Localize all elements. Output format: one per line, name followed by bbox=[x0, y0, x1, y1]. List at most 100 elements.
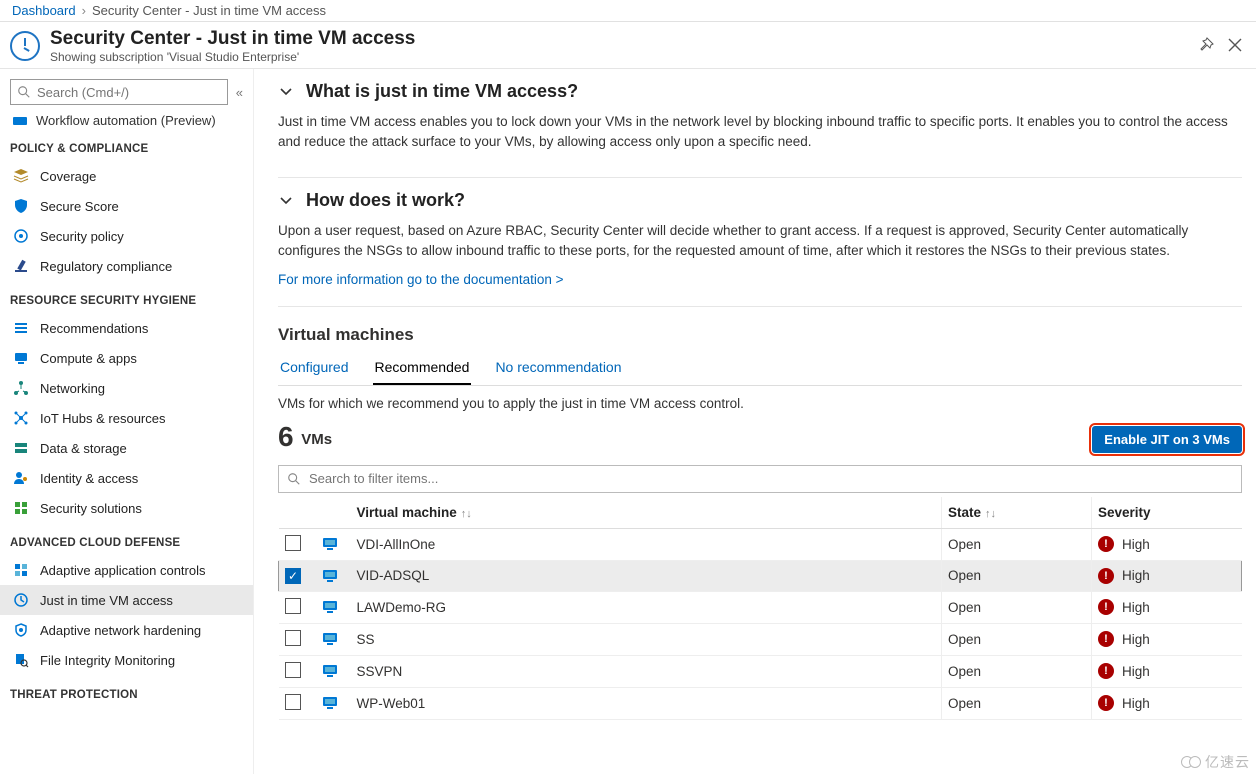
sidebar-item-iot-hubs[interactable]: IoT Hubs & resources bbox=[0, 403, 253, 433]
sidebar-item-workflow-cut[interactable]: Workflow automation (Preview) bbox=[0, 113, 253, 129]
chevron-down-icon bbox=[278, 193, 294, 209]
cell-state: Open bbox=[942, 560, 1092, 591]
severity-high-icon: ! bbox=[1098, 695, 1114, 711]
col-state[interactable]: State↑↓ bbox=[942, 497, 1092, 529]
file-search-icon bbox=[12, 651, 30, 669]
severity-high-icon: ! bbox=[1098, 631, 1114, 647]
sidebar-item-coverage[interactable]: Coverage bbox=[0, 161, 253, 191]
vm-filter[interactable] bbox=[278, 465, 1242, 493]
page-subtitle: Showing subscription 'Visual Studio Ente… bbox=[50, 50, 415, 64]
cell-severity: High bbox=[1122, 568, 1150, 583]
sidebar-item-label: Recommendations bbox=[40, 321, 148, 336]
cell-vm-name: WP-Web01 bbox=[351, 687, 942, 719]
section-title: What is just in time VM access? bbox=[306, 81, 578, 102]
sidebar-group-label: ADVANCED CLOUD DEFENSE bbox=[0, 523, 253, 555]
sidebar-item-label: IoT Hubs & resources bbox=[40, 411, 165, 426]
vm-icon bbox=[321, 598, 339, 616]
sidebar-item-label: Adaptive application controls bbox=[40, 563, 206, 578]
sidebar-item-file-integrity[interactable]: File Integrity Monitoring bbox=[0, 645, 253, 675]
breadcrumb-separator: › bbox=[82, 3, 86, 18]
breadcrumb: Dashboard › Security Center - Just in ti… bbox=[0, 0, 1256, 22]
section-what-is[interactable]: What is just in time VM access? bbox=[278, 79, 1242, 106]
collapse-sidebar-icon[interactable]: « bbox=[236, 85, 243, 100]
sidebar-group-label: RESOURCE SECURITY HYGIENE bbox=[0, 281, 253, 313]
cell-vm-name: SSVPN bbox=[351, 655, 942, 687]
table-row[interactable]: SSOpen!High bbox=[279, 623, 1242, 655]
cell-vm-name: SS bbox=[351, 623, 942, 655]
sidebar-item-adaptive-app-controls[interactable]: Adaptive application controls bbox=[0, 555, 253, 585]
network-icon bbox=[12, 379, 30, 397]
sidebar-search-input[interactable] bbox=[37, 85, 221, 100]
layers-icon bbox=[12, 167, 30, 185]
sidebar-item-identity-access[interactable]: Identity & access bbox=[0, 463, 253, 493]
network-hard-icon bbox=[12, 621, 30, 639]
sidebar-item-label: Secure Score bbox=[40, 199, 119, 214]
sidebar-item-security-solutions[interactable]: Security solutions bbox=[0, 493, 253, 523]
watermark: 亿速云 bbox=[1185, 752, 1250, 772]
section-how-works[interactable]: How does it work? bbox=[278, 188, 1242, 215]
row-checkbox[interactable] bbox=[285, 598, 301, 614]
sidebar-item-networking[interactable]: Networking bbox=[0, 373, 253, 403]
sidebar-item-recommendations[interactable]: Recommendations bbox=[0, 313, 253, 343]
row-checkbox[interactable] bbox=[285, 568, 301, 584]
table-row[interactable]: VID-ADSQLOpen!High bbox=[279, 560, 1242, 591]
row-checkbox[interactable] bbox=[285, 662, 301, 678]
row-checkbox[interactable] bbox=[285, 630, 301, 646]
vm-icon bbox=[321, 630, 339, 648]
vm-icon bbox=[321, 567, 339, 585]
blade-header: Security Center - Just in time VM access… bbox=[0, 22, 1256, 69]
row-checkbox[interactable] bbox=[285, 694, 301, 710]
vm-table: Virtual machine↑↓ State↑↓ Severity VDI-A… bbox=[278, 497, 1242, 720]
app-control-icon bbox=[12, 561, 30, 579]
table-row[interactable]: VDI-AllInOneOpen!High bbox=[279, 528, 1242, 560]
sidebar-item-security-policy[interactable]: Security policy bbox=[0, 221, 253, 251]
sidebar-item-label: File Integrity Monitoring bbox=[40, 653, 175, 668]
table-row[interactable]: WP-Web01Open!High bbox=[279, 687, 1242, 719]
list-icon bbox=[12, 319, 30, 337]
cell-state: Open bbox=[942, 528, 1092, 560]
sidebar-item-label: Data & storage bbox=[40, 441, 127, 456]
sidebar-item-jit-vm-access[interactable]: Just in time VM access bbox=[0, 585, 253, 615]
col-severity[interactable]: Severity bbox=[1092, 497, 1242, 529]
vm-count-label: VMs bbox=[301, 431, 332, 448]
cell-state: Open bbox=[942, 591, 1092, 623]
cell-severity: High bbox=[1122, 632, 1150, 647]
tab-description: VMs for which we recommend you to apply … bbox=[278, 396, 1242, 411]
section-body-text: Just in time VM access enables you to lo… bbox=[278, 112, 1242, 151]
sidebar-item-regulatory-compliance[interactable]: Regulatory compliance bbox=[0, 251, 253, 281]
sidebar-item-secure-score[interactable]: Secure Score bbox=[0, 191, 253, 221]
row-checkbox[interactable] bbox=[285, 535, 301, 551]
sidebar-item-adaptive-network[interactable]: Adaptive network hardening bbox=[0, 615, 253, 645]
vm-filter-input[interactable] bbox=[309, 471, 1233, 486]
severity-high-icon: ! bbox=[1098, 599, 1114, 615]
workflow-icon bbox=[12, 113, 28, 129]
page-title: Security Center - Just in time VM access bbox=[50, 28, 415, 50]
enable-jit-button[interactable]: Enable JIT on 3 VMs bbox=[1092, 426, 1242, 453]
tab-recommended[interactable]: Recommended bbox=[373, 353, 472, 385]
section-title: How does it work? bbox=[306, 190, 465, 211]
sort-icon: ↑↓ bbox=[985, 508, 996, 520]
cell-severity: High bbox=[1122, 600, 1150, 615]
col-vm[interactable]: Virtual machine↑↓ bbox=[351, 497, 942, 529]
cell-state: Open bbox=[942, 687, 1092, 719]
sidebar-item-compute-apps[interactable]: Compute & apps bbox=[0, 343, 253, 373]
sidebar-item-label: Security solutions bbox=[40, 501, 142, 516]
vm-heading: Virtual machines bbox=[278, 325, 1242, 345]
sidebar-item-data-storage[interactable]: Data & storage bbox=[0, 433, 253, 463]
breadcrumb-current: Security Center - Just in time VM access bbox=[92, 3, 326, 18]
shield-icon bbox=[12, 197, 30, 215]
close-icon[interactable] bbox=[1228, 38, 1242, 55]
main-content: What is just in time VM access? Just in … bbox=[254, 69, 1256, 774]
documentation-link[interactable]: For more information go to the documenta… bbox=[278, 272, 564, 287]
table-row[interactable]: LAWDemo-RGOpen!High bbox=[279, 591, 1242, 623]
vm-icon bbox=[321, 535, 339, 553]
breadcrumb-root[interactable]: Dashboard bbox=[12, 3, 76, 18]
pin-icon[interactable] bbox=[1198, 37, 1214, 56]
tab-configured[interactable]: Configured bbox=[278, 353, 351, 385]
sidebar-search[interactable] bbox=[10, 79, 228, 105]
sidebar-item-label: Identity & access bbox=[40, 471, 138, 486]
tab-no-recommendation[interactable]: No recommendation bbox=[493, 353, 623, 385]
table-row[interactable]: SSVPNOpen!High bbox=[279, 655, 1242, 687]
sidebar-group-label: POLICY & COMPLIANCE bbox=[0, 129, 253, 161]
policy-icon bbox=[12, 227, 30, 245]
